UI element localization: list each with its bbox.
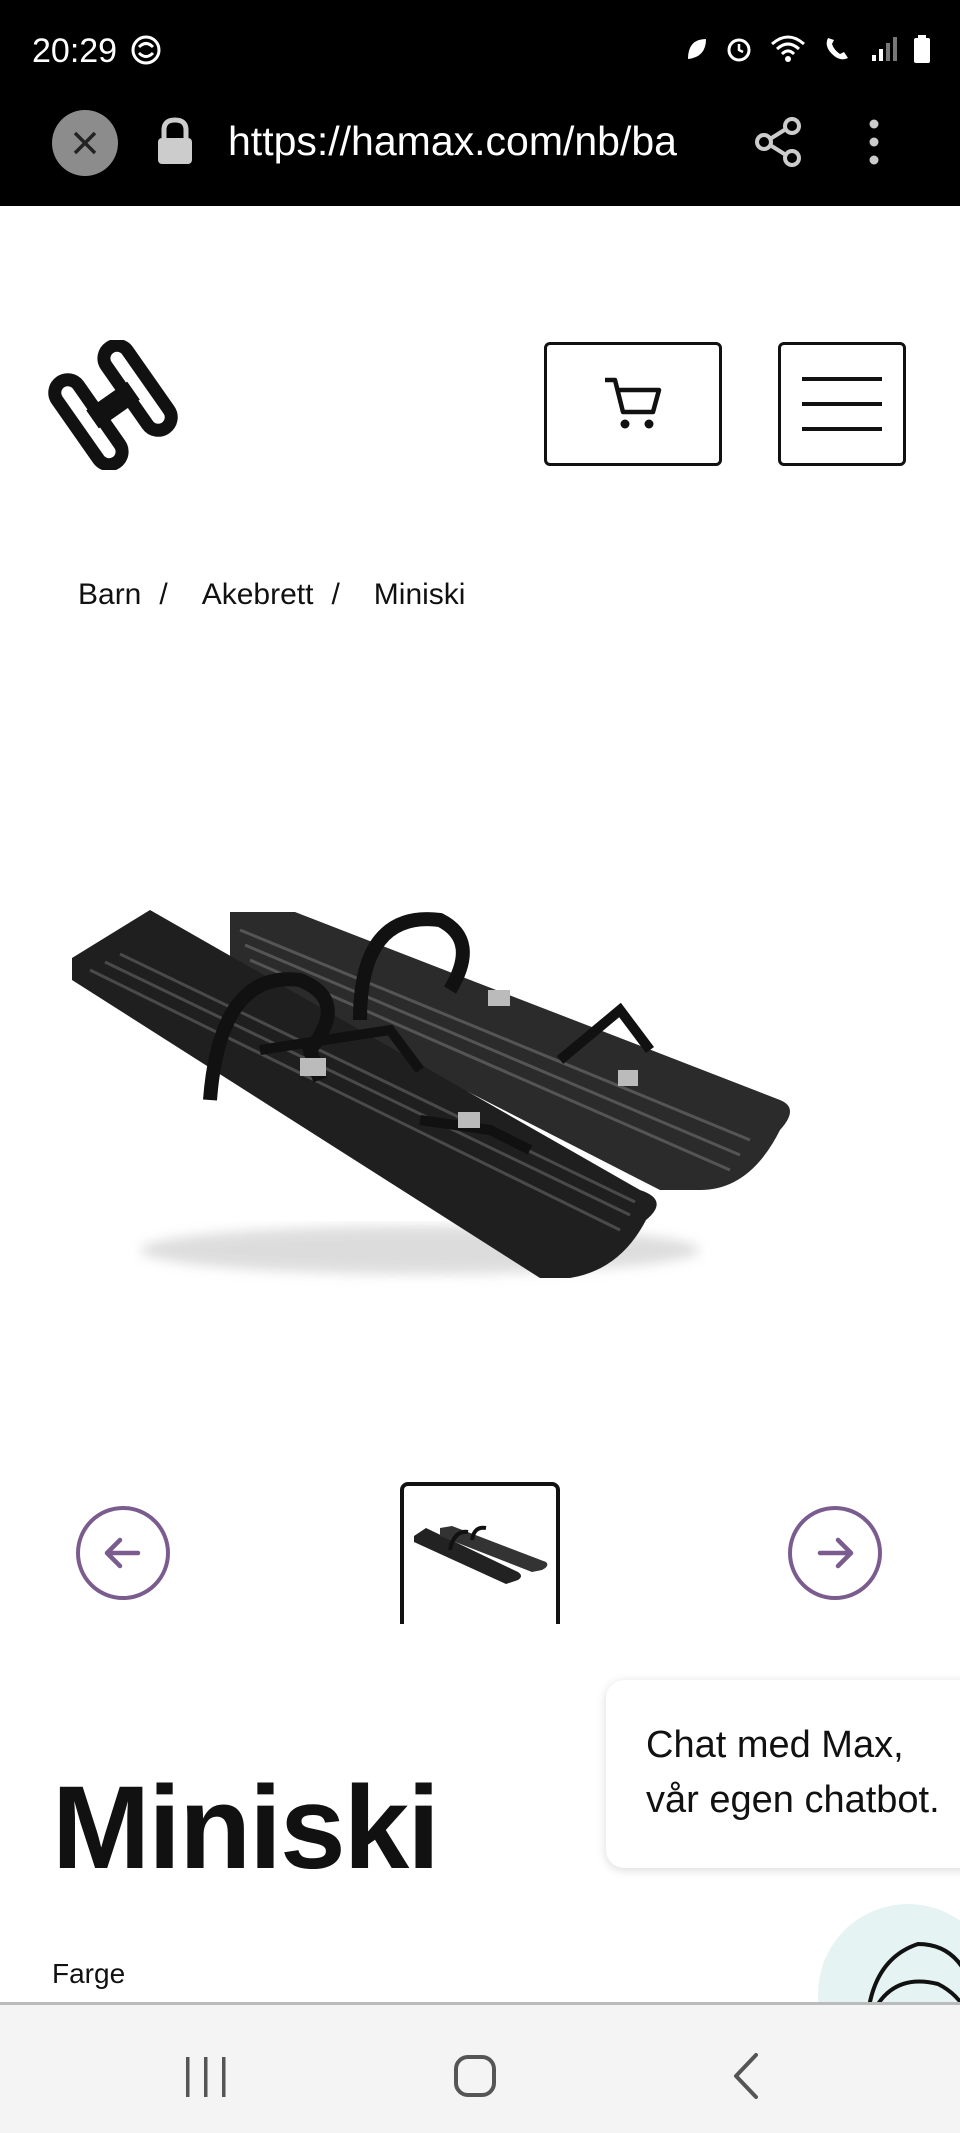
thumbnail-image [414,1525,548,1584]
wifi-icon [768,34,808,69]
product-image [60,890,900,1315]
lock-icon [154,116,196,173]
arrow-left-icon [104,1537,141,1569]
menu-button[interactable] [778,342,906,466]
share-icon[interactable] [754,116,802,173]
chat-text-line-2: vår egen chatbot. [646,1779,940,1821]
breadcrumb-item-barn[interactable]: Barn [78,578,141,612]
gallery-next-button[interactable] [788,1506,882,1600]
battery-icon [912,34,932,69]
hamax-logo[interactable] [48,338,178,475]
more-options-icon[interactable] [862,116,886,173]
chat-text-line-1: Chat med Max, [646,1724,904,1766]
color-label: Farge [52,1958,126,1989]
sync-icon [130,34,162,71]
browser-top-bar: 20:29 https://hamax.com/nb/ba [0,0,960,206]
gallery-prev-button[interactable] [76,1506,170,1600]
cart-button[interactable] [544,342,722,466]
system-nav-bar [0,2005,960,2133]
close-icon [73,131,97,155]
chat-bubble[interactable]: Chat med Max, vår egen chatbot. [606,1680,960,1868]
breadcrumb-item-miniski[interactable]: Miniski [374,578,466,612]
close-tab-button[interactable] [52,110,118,176]
breadcrumb-separator: / [159,578,168,611]
breadcrumb-separator: / [331,578,340,611]
recent-apps-icon[interactable] [182,2055,230,2104]
gallery-thumbnail[interactable] [400,1482,560,1624]
breadcrumb: Barn / Akebrett / Miniski [78,578,465,612]
breadcrumb-item-akebrett[interactable]: Akebrett [202,578,314,612]
back-icon[interactable] [730,2051,762,2106]
status-icons [684,34,932,69]
leaf-icon [684,35,710,68]
alarm-icon [724,34,754,69]
arrow-right-icon [817,1537,854,1569]
product-title: Miniski [52,1762,440,1894]
url-field[interactable]: https://hamax.com/nb/ba [228,118,716,165]
status-time: 20:29 [32,32,118,70]
wifi-call-icon [822,34,856,69]
home-icon[interactable] [452,2053,500,2106]
hamburger-icon [802,377,882,431]
cart-icon [605,377,662,429]
signal-icon [870,35,898,68]
